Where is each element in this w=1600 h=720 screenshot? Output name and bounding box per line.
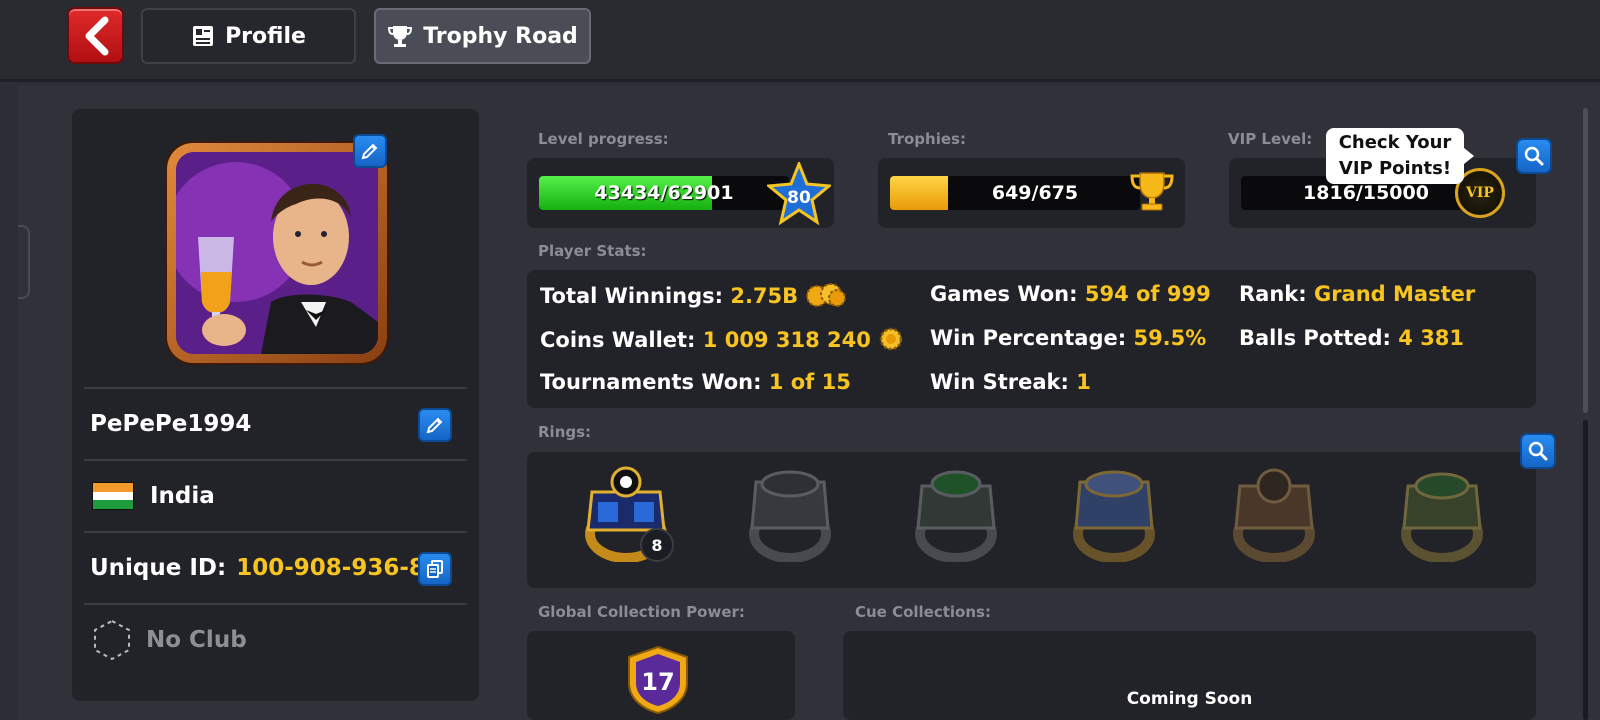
back-button[interactable] bbox=[67, 7, 124, 64]
country-row: India bbox=[84, 459, 467, 531]
trophy-icon bbox=[388, 26, 413, 47]
level-progress-bar: 43434/62901 bbox=[539, 176, 789, 210]
rank-label: Rank: bbox=[1239, 282, 1307, 306]
ring-locked-2-icon[interactable] bbox=[908, 462, 1004, 562]
trophies-progress-text: 649/675 bbox=[991, 182, 1079, 204]
rings-label: Rings: bbox=[538, 423, 592, 441]
club-row[interactable]: No Club bbox=[84, 603, 467, 675]
avatar-image bbox=[176, 152, 378, 354]
global-collection-panel: 17 bbox=[527, 631, 795, 720]
player-stats-label: Player Stats: bbox=[538, 242, 647, 260]
collection-power-value: 17 bbox=[641, 668, 674, 696]
tab-trophy-road-label: Trophy Road bbox=[423, 23, 578, 49]
scrollbar-track bbox=[1583, 420, 1588, 720]
rings-search-button[interactable] bbox=[1520, 433, 1556, 469]
tooltip-line-1: Check Your bbox=[1338, 132, 1452, 153]
coins-wallet-stat: Coins Wallet: 1 009 318 240 bbox=[540, 326, 904, 352]
games-won-value: 594 of 999 bbox=[1084, 282, 1211, 306]
level-progress-label: Level progress: bbox=[538, 130, 669, 148]
level-progress-panel: 43434/62901 80 bbox=[527, 158, 834, 228]
cue-collections-label: Cue Collections: bbox=[855, 603, 991, 621]
ring-locked-1-icon[interactable] bbox=[742, 462, 838, 562]
total-winnings-label: Total Winnings: bbox=[540, 284, 724, 308]
rank-value: Grand Master bbox=[1313, 282, 1476, 306]
coins-wallet-label: Coins Wallet: bbox=[540, 328, 696, 352]
magnifier-icon bbox=[1524, 146, 1544, 166]
win-percentage-value: 59.5% bbox=[1133, 326, 1207, 350]
tournaments-won-value: 1 of 15 bbox=[768, 370, 851, 394]
balls-potted-value: 4 381 bbox=[1398, 326, 1465, 350]
tab-trophy-road[interactable]: Trophy Road bbox=[374, 8, 591, 64]
username: PePePe1994 bbox=[90, 411, 252, 437]
avatar-portrait-icon bbox=[176, 152, 378, 354]
coin-icon bbox=[879, 327, 903, 351]
empty-club-icon bbox=[94, 619, 130, 661]
country-name: India bbox=[150, 483, 215, 509]
pencil-icon bbox=[361, 143, 378, 160]
trophies-progress-bar: 649/675 bbox=[890, 176, 1140, 210]
copy-icon bbox=[427, 560, 443, 578]
tab-profile-label: Profile bbox=[225, 23, 306, 49]
magnifier-icon bbox=[1528, 441, 1548, 461]
ring-count-badge: 8 bbox=[640, 528, 674, 562]
avatar[interactable] bbox=[167, 143, 387, 363]
side-edge-handle bbox=[18, 225, 30, 299]
win-percentage-label: Win Percentage: bbox=[930, 326, 1127, 350]
rank-stat: Rank: Grand Master bbox=[1239, 282, 1475, 306]
level-number: 80 bbox=[787, 188, 811, 208]
edit-username-button[interactable] bbox=[418, 408, 452, 442]
global-collection-power-label: Global Collection Power: bbox=[538, 603, 745, 621]
ring-locked-5-icon[interactable] bbox=[1394, 462, 1490, 562]
balls-potted-stat: Balls Potted: 4 381 bbox=[1239, 326, 1464, 350]
username-row: PePePe1994 bbox=[84, 387, 467, 459]
edit-avatar-button[interactable] bbox=[353, 134, 387, 168]
tab-profile[interactable]: Profile bbox=[141, 8, 356, 64]
win-streak-label: Win Streak: bbox=[930, 370, 1069, 394]
coming-soon-text: Coming Soon bbox=[1126, 689, 1253, 709]
level-progress-text: 43434/62901 bbox=[594, 182, 734, 204]
top-bar: Profile Trophy Road bbox=[0, 0, 1600, 82]
games-won-label: Games Won: bbox=[930, 282, 1078, 306]
chevron-left-icon bbox=[85, 16, 108, 55]
ring-locked-3-icon[interactable] bbox=[1066, 462, 1162, 562]
vip-level-label: VIP Level: bbox=[1228, 130, 1313, 148]
gold-trophy-icon bbox=[1130, 172, 1174, 211]
trophies-label: Trophies: bbox=[888, 130, 966, 148]
vip-search-button[interactable] bbox=[1516, 138, 1552, 174]
club-name: No Club bbox=[146, 627, 247, 653]
rings-panel bbox=[527, 452, 1536, 588]
win-streak-value: 1 bbox=[1076, 370, 1091, 394]
unique-id-row: Unique ID: 100-908-936-8 bbox=[84, 531, 467, 603]
unique-id-label: Unique ID: bbox=[90, 555, 227, 581]
tournaments-won-stat: Tournaments Won: 1 of 15 bbox=[540, 370, 851, 394]
profile-card: PePePe1994 India Unique ID: 100-908-936-… bbox=[72, 109, 479, 701]
level-star-icon: 80 bbox=[767, 162, 831, 226]
tooltip-line-2: VIP Points! bbox=[1338, 158, 1452, 179]
win-streak-stat: Win Streak: 1 bbox=[930, 370, 1091, 394]
games-won-stat: Games Won: 594 of 999 bbox=[930, 282, 1211, 306]
coins-wallet-value: 1 009 318 240 bbox=[702, 328, 871, 352]
trophies-panel: 649/675 bbox=[878, 158, 1185, 228]
total-winnings-value: 2.75B bbox=[730, 284, 799, 308]
pencil-icon bbox=[426, 417, 443, 434]
win-percentage-stat: Win Percentage: 59.5% bbox=[930, 326, 1206, 350]
vip-points-tooltip[interactable]: Check Your VIP Points! bbox=[1326, 128, 1474, 184]
balls-potted-label: Balls Potted: bbox=[1239, 326, 1391, 350]
scrollbar-thumb[interactable] bbox=[1583, 108, 1588, 413]
india-flag-icon bbox=[92, 482, 134, 510]
tournaments-won-label: Tournaments Won: bbox=[540, 370, 762, 394]
copy-id-button[interactable] bbox=[418, 552, 452, 586]
collection-shield-icon: 17 bbox=[628, 645, 688, 715]
unique-id-value: 100-908-936-8 bbox=[236, 555, 425, 581]
coin-stack-icon bbox=[806, 283, 847, 307]
total-winnings-stat: Total Winnings: 2.75B bbox=[540, 282, 847, 308]
cue-collections-panel: Coming Soon bbox=[843, 631, 1536, 720]
profile-card-icon bbox=[193, 26, 214, 46]
ring-locked-4-icon[interactable] bbox=[1226, 462, 1322, 562]
